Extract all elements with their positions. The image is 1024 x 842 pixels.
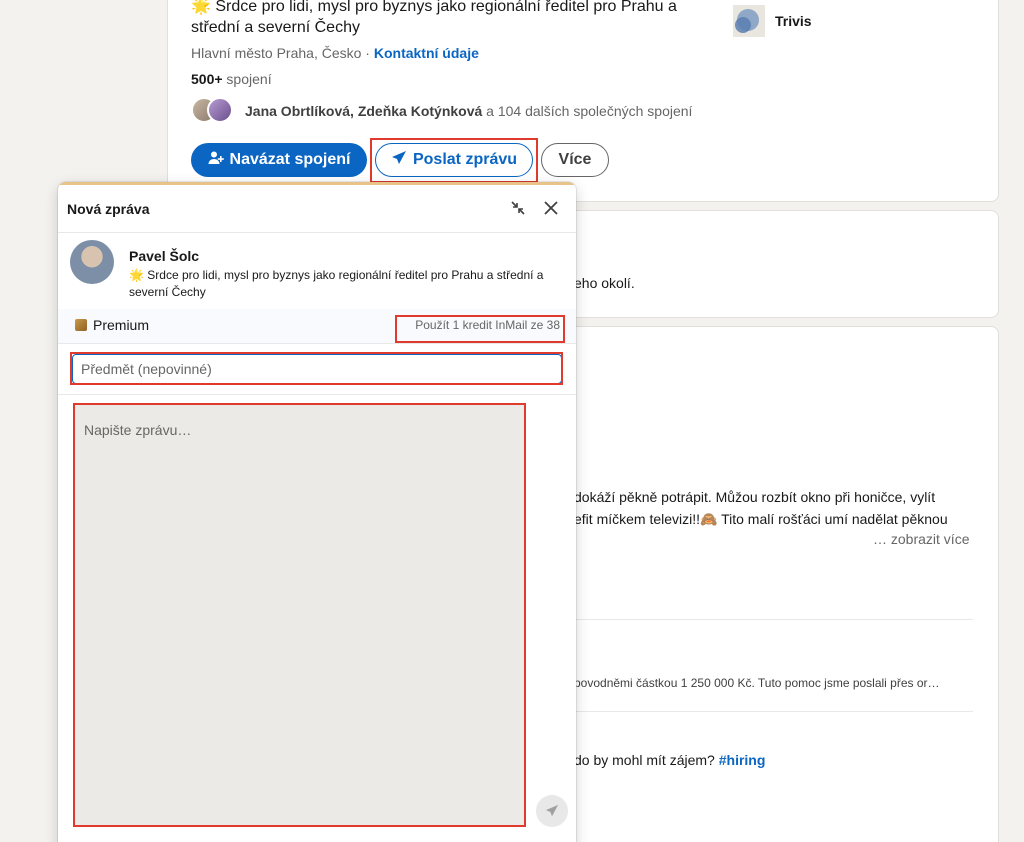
recipient-avatar[interactable] — [70, 240, 114, 284]
new-message-dialog: Nová zpráva Pavel Šolc 🌟 Srdce pro lidi,… — [58, 182, 576, 842]
close-icon[interactable] — [539, 196, 563, 220]
connections-count[interactable]: 500+ spojení — [191, 71, 272, 87]
paper-plane-icon — [391, 150, 407, 171]
mutual-avatars[interactable] — [191, 97, 235, 125]
add-person-icon — [208, 150, 224, 171]
post-text-line: efit míčkem televizi!!🙈 Tito malí rošťác… — [574, 511, 948, 527]
about-text: eho okolí. — [574, 275, 635, 291]
profile-location: Hlavní město Praha, Česko · Kontaktní úd… — [191, 45, 479, 61]
post-text-line: do by mohl mít zájem? #hiring — [574, 752, 766, 768]
connect-button-label: Navázat spojení — [229, 151, 351, 168]
premium-accent-bar — [58, 182, 576, 185]
send-button[interactable] — [536, 795, 568, 827]
company-logo[interactable] — [733, 5, 765, 37]
avatar — [207, 97, 233, 123]
profile-headline: 🌟 Srdce pro lidi, mysl pro byznys jako r… — [191, 0, 677, 36]
divider — [576, 711, 973, 712]
divider — [58, 394, 576, 395]
divider — [58, 232, 576, 233]
inmail-credit-info: Použít 1 kredit InMail ze 38 — [415, 318, 560, 332]
send-message-label: Poslat zprávu — [412, 151, 518, 168]
hashtag-link[interactable]: #hiring — [719, 752, 766, 768]
recipient-headline: 🌟 Srdce pro lidi, mysl pro byznys jako r… — [129, 268, 544, 299]
company-name[interactable]: Trivis — [775, 13, 812, 29]
send-icon — [545, 804, 559, 817]
premium-badge-icon — [75, 319, 87, 331]
collapse-icon[interactable] — [506, 196, 530, 220]
premium-label: Premium — [93, 317, 150, 333]
contact-info-link[interactable]: Kontaktní údaje — [374, 45, 479, 61]
mutual-connections[interactable]: Jana Obrtlíková, Zdeňka Kotýnková a 104 … — [245, 103, 692, 119]
send-message-button[interactable]: Poslat zprávu — [375, 143, 533, 177]
more-button[interactable]: Více — [541, 143, 609, 177]
dialog-title: Nová zpráva — [67, 201, 150, 217]
divider — [576, 619, 973, 620]
post-text-line: dokáží pěkně potrápit. Můžou rozbít okno… — [574, 489, 936, 505]
connect-button[interactable]: Navázat spojení — [191, 143, 367, 177]
show-more-link[interactable]: … zobrazit více — [873, 531, 969, 547]
post-text-line: povodněmi částkou 1 250 000 Kč. Tuto pom… — [574, 676, 940, 690]
subject-input[interactable]: Předmět (nepovinné) — [72, 354, 562, 384]
divider — [58, 343, 576, 344]
premium-row: Premium Použít 1 kredit InMail ze 38 — [58, 309, 576, 343]
recipient-name[interactable]: Pavel Šolc — [129, 248, 199, 264]
message-textarea[interactable]: Napište zprávu… — [75, 405, 524, 825]
